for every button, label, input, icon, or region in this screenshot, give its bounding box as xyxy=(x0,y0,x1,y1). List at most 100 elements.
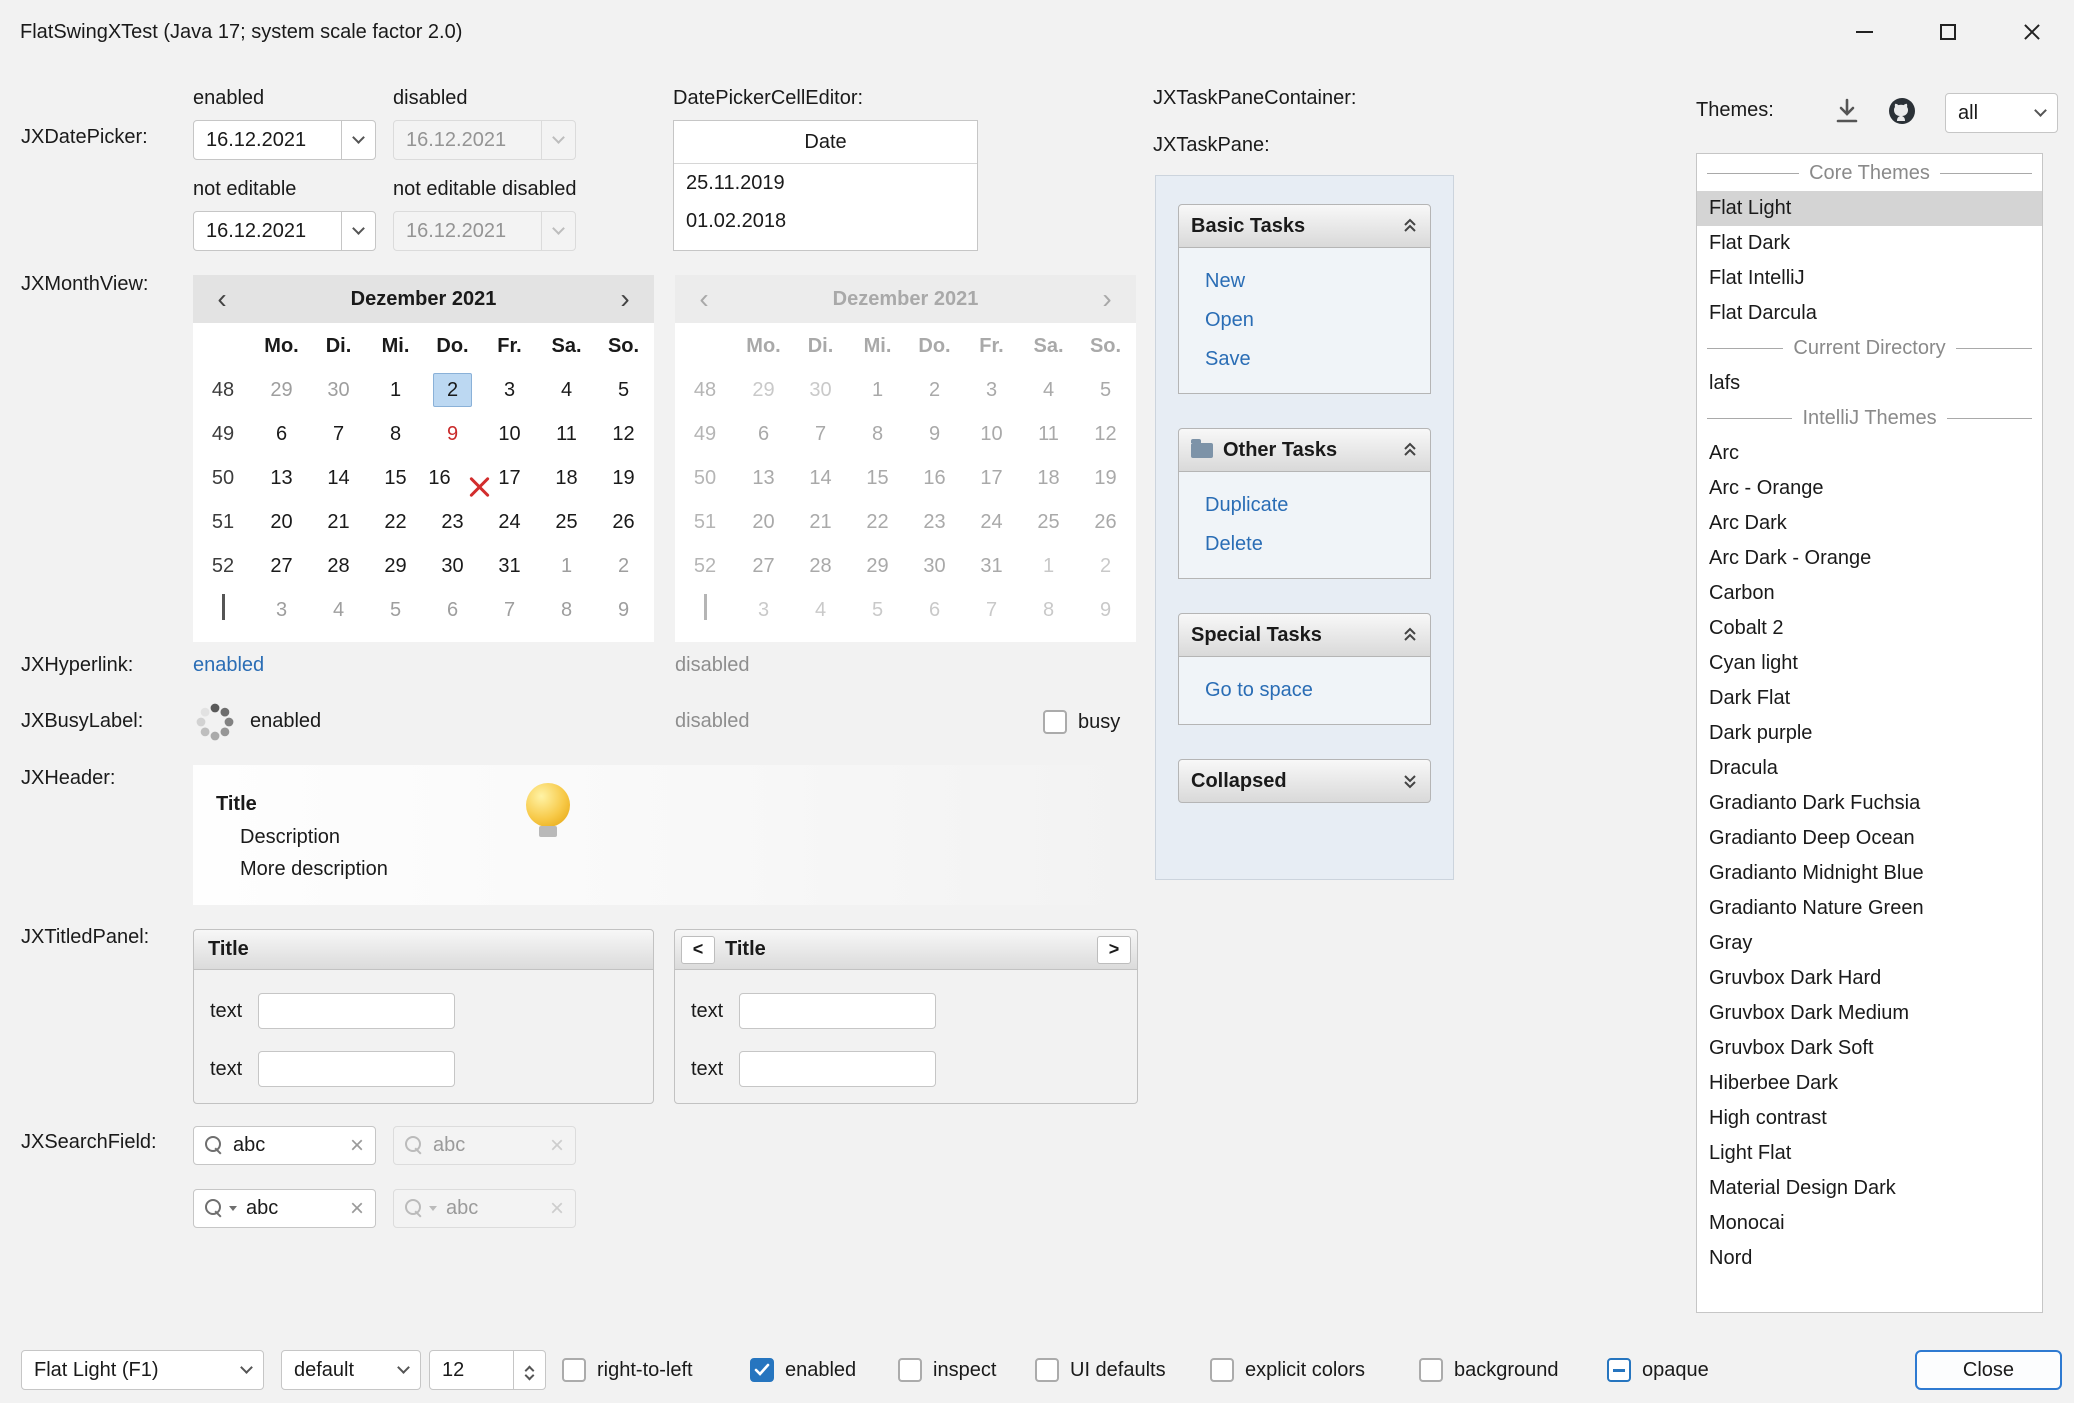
theme-item-flat-intellij[interactable]: Flat IntelliJ xyxy=(1697,261,2042,296)
datepicker-enabled[interactable]: 16.12.2021 xyxy=(193,120,376,160)
day-cell[interactable]: 27 xyxy=(253,544,310,588)
next-month-icon[interactable]: › xyxy=(596,275,654,323)
checkbox-busy[interactable]: busy xyxy=(1043,704,1120,740)
day-cell[interactable]: 5 xyxy=(367,588,424,632)
day-cell[interactable]: 10 xyxy=(481,412,538,456)
taskpane-title-basic-tasks[interactable]: Basic Tasks xyxy=(1178,204,1431,248)
theme-item-dracula[interactable]: Dracula xyxy=(1697,751,2042,786)
day-cell[interactable]: 1 xyxy=(538,544,595,588)
text-input[interactable] xyxy=(739,1051,936,1087)
theme-item-cyan-light[interactable]: Cyan light xyxy=(1697,646,2042,681)
prev-button[interactable]: < xyxy=(681,936,715,964)
day-cell[interactable]: 20 xyxy=(253,500,310,544)
task-link-open[interactable]: Open xyxy=(1205,301,1422,340)
font-combo[interactable]: default xyxy=(281,1350,421,1390)
theme-item-flat-dark[interactable]: Flat Dark xyxy=(1697,226,2042,261)
table-row[interactable]: 25.11.2019 xyxy=(674,164,977,202)
day-cell[interactable]: 3 xyxy=(481,368,538,412)
day-cell[interactable]: 28 xyxy=(310,544,367,588)
day-cell[interactable]: 11 xyxy=(538,412,595,456)
theme-item-hiberbee-dark[interactable]: Hiberbee Dark xyxy=(1697,1066,2042,1101)
task-link-delete[interactable]: Delete xyxy=(1205,525,1422,564)
checkbox-explicit-colors[interactable]: explicit colors xyxy=(1210,1352,1365,1388)
combo-arrow-button[interactable] xyxy=(229,1351,263,1389)
theme-item-nord[interactable]: Nord xyxy=(1697,1241,2042,1276)
collapse-toggle-icon[interactable] xyxy=(1402,627,1418,643)
hyperlink-enabled[interactable]: enabled xyxy=(193,654,264,677)
window-close-button[interactable] xyxy=(1990,0,2074,64)
spinner-buttons[interactable] xyxy=(513,1351,545,1389)
day-cell[interactable]: 12 xyxy=(595,412,652,456)
text-input[interactable] xyxy=(258,1051,455,1087)
task-link-duplicate[interactable]: Duplicate xyxy=(1205,486,1422,525)
day-cell[interactable]: 13 xyxy=(253,456,310,500)
collapse-toggle-icon[interactable] xyxy=(1402,442,1418,458)
day-cell[interactable]: 22 xyxy=(367,500,424,544)
day-cell[interactable]: 7 xyxy=(481,588,538,632)
search-input[interactable]: abc xyxy=(246,1197,341,1220)
theme-item-lafs[interactable]: lafs xyxy=(1697,366,2042,401)
clear-icon[interactable]: × xyxy=(350,1197,364,1221)
day-cell[interactable]: 30 xyxy=(424,544,481,588)
day-cell[interactable]: 26 xyxy=(595,500,652,544)
day-cell[interactable]: 9 xyxy=(424,412,481,456)
font-size-spinner[interactable]: 12 xyxy=(429,1350,546,1390)
day-cell[interactable]: 5 xyxy=(595,368,652,412)
search-icon[interactable] xyxy=(205,1136,224,1155)
day-cell[interactable]: 2 xyxy=(424,368,481,412)
search-field-with-menu[interactable]: abc × xyxy=(193,1189,376,1228)
theme-item-gruvbox-dark-soft[interactable]: Gruvbox Dark Soft xyxy=(1697,1031,2042,1066)
day-cell[interactable]: 16 xyxy=(424,456,481,500)
taskpane-title-other-tasks[interactable]: Other Tasks xyxy=(1178,428,1431,472)
table-row[interactable]: 01.02.2018 xyxy=(674,202,977,240)
day-cell[interactable]: 30 xyxy=(310,368,367,412)
day-cell[interactable]: 3 xyxy=(253,588,310,632)
day-cell[interactable]: 6 xyxy=(253,412,310,456)
day-cell[interactable]: 1 xyxy=(367,368,424,412)
day-cell[interactable]: 31 xyxy=(481,544,538,588)
download-icon[interactable] xyxy=(1833,97,1861,125)
day-cell[interactable]: 15 xyxy=(367,456,424,500)
combo-arrow-button[interactable] xyxy=(2023,94,2057,132)
task-link-go-to-space[interactable]: Go to space xyxy=(1205,671,1422,710)
checkbox-background[interactable]: background xyxy=(1419,1352,1559,1388)
day-cell[interactable]: 2 xyxy=(595,544,652,588)
day-cell[interactable]: 29 xyxy=(367,544,424,588)
theme-item-gray[interactable]: Gray xyxy=(1697,926,2042,961)
combo-arrow-button[interactable] xyxy=(386,1351,420,1389)
text-input[interactable] xyxy=(739,993,936,1029)
datepicker-dropdown-button[interactable] xyxy=(341,121,375,159)
day-cell[interactable]: 19 xyxy=(595,456,652,500)
theme-item-arc[interactable]: Arc xyxy=(1697,436,2042,471)
search-input[interactable]: abc xyxy=(233,1134,341,1157)
checkbox-right-to-left[interactable]: right-to-left xyxy=(562,1352,693,1388)
collapse-toggle-icon[interactable] xyxy=(1402,218,1418,234)
day-cell[interactable]: 14 xyxy=(310,456,367,500)
checkbox-opaque[interactable]: opaque xyxy=(1607,1352,1709,1388)
theme-item-light-flat[interactable]: Light Flat xyxy=(1697,1136,2042,1171)
day-cell[interactable]: 6 xyxy=(424,588,481,632)
theme-item-gruvbox-dark-hard[interactable]: Gruvbox Dark Hard xyxy=(1697,961,2042,996)
day-cell[interactable]: 29 xyxy=(253,368,310,412)
collapse-toggle-icon[interactable] xyxy=(1402,773,1418,789)
day-cell[interactable]: 8 xyxy=(538,588,595,632)
clear-icon[interactable]: × xyxy=(350,1134,364,1158)
close-button[interactable]: Close xyxy=(1915,1350,2062,1390)
github-icon[interactable] xyxy=(1886,95,1918,127)
theme-item-gradianto-dark-fuchsia[interactable]: Gradianto Dark Fuchsia xyxy=(1697,786,2042,821)
theme-item-gruvbox-dark-medium[interactable]: Gruvbox Dark Medium xyxy=(1697,996,2042,1031)
theme-item-dark-flat[interactable]: Dark Flat xyxy=(1697,681,2042,716)
theme-item-gradianto-midnight-blue[interactable]: Gradianto Midnight Blue xyxy=(1697,856,2042,891)
search-field[interactable]: abc × xyxy=(193,1126,376,1165)
checkbox-ui-defaults[interactable]: UI defaults xyxy=(1035,1352,1166,1388)
maximize-button[interactable] xyxy=(1906,0,1990,64)
theme-item-high-contrast[interactable]: High contrast xyxy=(1697,1101,2042,1136)
laf-combo[interactable]: Flat Light (F1) xyxy=(21,1350,264,1390)
theme-item-arc-dark-orange[interactable]: Arc Dark - Orange xyxy=(1697,541,2042,576)
datepicker-not-editable[interactable]: 16.12.2021 xyxy=(193,211,376,251)
theme-item-carbon[interactable]: Carbon xyxy=(1697,576,2042,611)
taskpane-title-special-tasks[interactable]: Special Tasks xyxy=(1178,613,1431,657)
day-cell[interactable]: 23 xyxy=(424,500,481,544)
theme-item-cobalt-2[interactable]: Cobalt 2 xyxy=(1697,611,2042,646)
taskpane-title-collapsed[interactable]: Collapsed xyxy=(1178,759,1431,803)
